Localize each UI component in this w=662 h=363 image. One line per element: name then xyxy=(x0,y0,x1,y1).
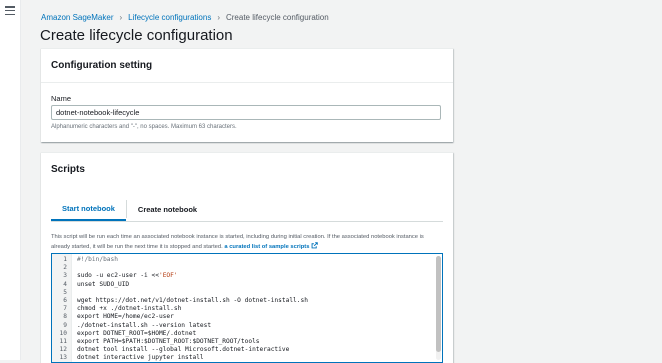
scripts-heading: Scripts xyxy=(51,164,85,175)
code-line: 8 export HOME=/home/ec2-user xyxy=(52,313,308,321)
code-comment: #!/bin/bash xyxy=(77,256,118,263)
code-line: 6 wget https://dot.net/v1/dotnet-install.… xyxy=(52,297,308,305)
configuration-panel-header: Configuration setting xyxy=(41,49,453,83)
page-title: Create lifecycle configuration xyxy=(40,27,233,44)
sample-scripts-link-label: a curated list of sample scripts xyxy=(224,243,310,250)
side-rail xyxy=(0,0,21,360)
line-number: 3 xyxy=(63,272,67,280)
code-line: 12 dotnet tool install --global Microsoft… xyxy=(52,346,308,354)
line-number: 13 xyxy=(59,354,67,362)
menu-icon[interactable] xyxy=(5,6,15,15)
external-link-icon xyxy=(312,241,319,248)
configuration-heading: Configuration setting xyxy=(51,60,153,71)
code-line: 9 ./dotnet-install.sh --version latest xyxy=(52,322,308,330)
line-number: 5 xyxy=(63,288,67,296)
script-help-text: This script will be run each time an ass… xyxy=(51,233,443,251)
code-line: 4 unset SUDO_UID xyxy=(52,281,308,289)
editor-scrollbar[interactable] xyxy=(436,256,441,360)
code-line: 10 export DOTNET_ROOT=$HOME/.dotnet xyxy=(52,330,308,338)
code-line: 13 dotnet interactive jupyter install xyxy=(52,354,308,362)
code-text: #!/bin/bash xyxy=(69,256,118,264)
line-number: 2 xyxy=(63,264,67,272)
configuration-panel: Configuration setting Name Alphanumeric … xyxy=(41,48,453,142)
line-number: 12 xyxy=(59,346,67,354)
breadcrumb-lifecycle-configurations[interactable]: Lifecycle configurations xyxy=(128,13,211,22)
code-text: sudo -u ec2-user -i <<'EOF' xyxy=(77,272,178,280)
chevron-right-icon: › xyxy=(217,12,220,22)
editor-scrollbar-thumb[interactable] xyxy=(436,256,441,352)
breadcrumb: Amazon SageMaker › Lifecycle configurati… xyxy=(41,11,329,23)
code-line: 11 export PATH=$PATH:$DOTNET_ROOT:$DOTNET… xyxy=(52,338,308,346)
scripts-panel: Scripts Start notebook Create notebook T… xyxy=(41,152,453,363)
code-text: chmod +x ./dotnet-install.sh xyxy=(77,305,182,313)
name-input[interactable] xyxy=(51,105,441,120)
tab-start-notebook[interactable]: Start notebook xyxy=(51,197,126,221)
scripts-panel-header: Scripts xyxy=(41,153,453,186)
code-line: 2 xyxy=(52,264,308,272)
code-text: dotnet interactive jupyter install xyxy=(77,354,204,362)
line-number: 8 xyxy=(63,313,67,321)
script-tabs: Start notebook Create notebook xyxy=(51,197,443,222)
line-number: 1 xyxy=(63,256,67,263)
line-number: 10 xyxy=(59,329,67,337)
code-line: 3 sudo -u ec2-user -i <<'EOF' xyxy=(52,272,308,280)
code-line: 1 #!/bin/bash xyxy=(52,256,308,264)
name-label: Name xyxy=(51,94,72,103)
line-number: 11 xyxy=(59,337,67,345)
code-lines: 1 #!/bin/bash 2 3 sudo -u ec2-user -i <<'EOF… xyxy=(52,256,308,362)
name-constraint: Alphanumeric characters and "-", no spac… xyxy=(51,124,237,130)
tab-create-notebook[interactable]: Create notebook xyxy=(127,197,208,221)
line-number: 9 xyxy=(63,321,67,329)
code-text: export DOTNET_ROOT=$HOME/.dotnet xyxy=(77,329,197,337)
line-number: 7 xyxy=(63,305,67,313)
breadcrumb-sagemaker[interactable]: Amazon SageMaker xyxy=(41,13,113,22)
sample-scripts-link[interactable]: a curated list of sample scripts xyxy=(224,241,319,250)
code-string: 'EOF' xyxy=(158,272,178,280)
chevron-right-icon: › xyxy=(119,12,123,22)
code-text: ./dotnet-install.sh --version latest xyxy=(77,321,212,329)
line-number: 4 xyxy=(63,280,67,288)
code-text: dotnet tool install --global Microsoft.d… xyxy=(77,346,290,354)
code-text: unset SUDO_UID xyxy=(77,280,130,288)
script-code-editor[interactable]: 1 #!/bin/bash 2 3 sudo -u ec2-user -i <<'EOF… xyxy=(51,253,443,363)
code-line: 5 xyxy=(52,289,308,297)
line-number: 6 xyxy=(63,296,67,304)
code-text: export HOME=/home/ec2-user xyxy=(77,313,174,321)
code-text: export PATH=$PATH:$DOTNET_ROOT:$DOTNET_R… xyxy=(77,337,260,345)
code-line: 7 chmod +x ./dotnet-install.sh xyxy=(52,305,308,313)
breadcrumb-current: Create lifecycle configuration xyxy=(225,12,329,22)
code-text: wget https://dot.net/v1/dotnet-install.s… xyxy=(77,296,308,304)
